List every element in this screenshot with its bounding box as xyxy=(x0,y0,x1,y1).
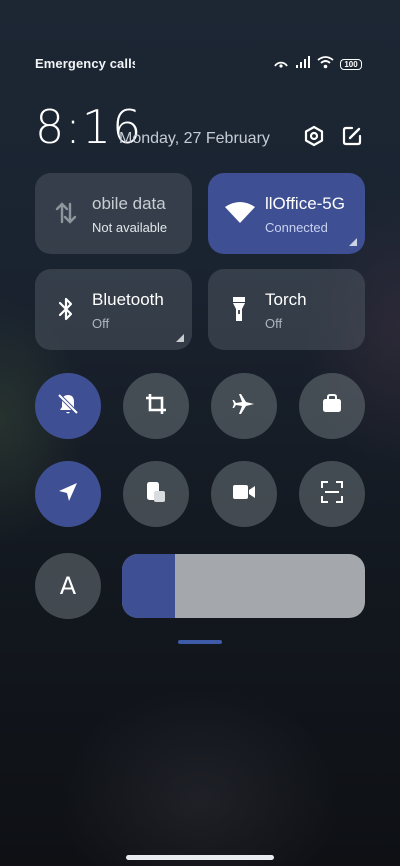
home-indicator[interactable] xyxy=(126,855,274,860)
hotspot-icon xyxy=(273,55,289,74)
wifi-icon xyxy=(224,199,256,227)
bluetooth-status: Off xyxy=(92,316,110,331)
work-mode-toggle[interactable] xyxy=(299,373,365,439)
battery-icon: 100 xyxy=(340,59,362,70)
mobile-data-status: Not available xyxy=(92,220,168,235)
work-briefcase-icon xyxy=(320,392,344,421)
bluetooth-label: Bluetooth xyxy=(92,290,164,309)
mute-toggle[interactable] xyxy=(35,373,101,439)
wifi-expand-corner[interactable] xyxy=(349,238,357,246)
bluetooth-tile[interactable]: Bluetooth Off xyxy=(35,269,192,350)
crop-screenshot-icon xyxy=(144,392,168,421)
airplane-icon xyxy=(232,392,256,421)
torch-label: Torch xyxy=(265,290,307,309)
screen-record-icon xyxy=(231,481,257,508)
torch-tile[interactable]: Torch Off xyxy=(208,269,365,350)
torch-icon xyxy=(226,295,252,323)
scanner-icon xyxy=(319,479,345,510)
auto-brightness-label: A xyxy=(59,572,77,600)
panel-drag-handle[interactable] xyxy=(178,640,222,644)
brightness-slider[interactable] xyxy=(122,554,365,618)
screen-record-toggle[interactable] xyxy=(211,461,277,527)
mobile-data-tile[interactable]: obile data Not available xyxy=(35,173,192,254)
signal-icon xyxy=(295,55,311,74)
floating-window-icon xyxy=(144,480,168,509)
wifi-status: Connected xyxy=(265,220,328,235)
mobile-data-arrows-icon xyxy=(53,199,79,227)
location-toggle[interactable] xyxy=(35,461,101,527)
scanner-toggle[interactable] xyxy=(299,461,365,527)
location-icon xyxy=(56,480,80,509)
status-icons: 100 xyxy=(273,55,362,74)
wifi-icon xyxy=(317,55,334,74)
mobile-data-label: obile data xyxy=(92,194,166,213)
screenshot-crop-toggle[interactable] xyxy=(123,373,189,439)
edit-icon[interactable] xyxy=(340,124,364,148)
bluetooth-expand-corner[interactable] xyxy=(176,334,184,342)
floating-window-toggle[interactable] xyxy=(123,461,189,527)
auto-brightness-button[interactable]: A xyxy=(35,553,101,619)
mute-icon xyxy=(55,391,81,422)
airplane-toggle[interactable] xyxy=(211,373,277,439)
torch-status: Off xyxy=(265,316,283,331)
brightness-slider-fill xyxy=(122,554,176,618)
bluetooth-icon xyxy=(53,295,79,323)
status-carrier-text: Emergency calls o xyxy=(35,56,135,71)
wifi-tile[interactable]: llOffice-5G Connected xyxy=(208,173,365,254)
wifi-network-name: llOffice-5G xyxy=(265,194,345,213)
clock-date: Monday, 27 February xyxy=(119,130,270,147)
settings-hex-icon[interactable] xyxy=(302,124,326,148)
